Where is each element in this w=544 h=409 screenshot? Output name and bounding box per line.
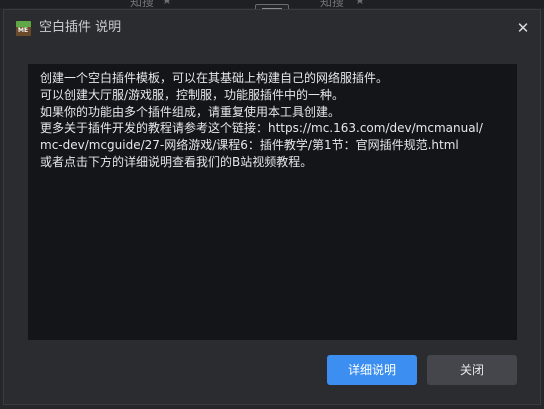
- description-line: 如果你的功能由多个插件组成，请重复使用本工具创建。: [40, 104, 341, 119]
- app-icon-label: ME: [18, 27, 29, 34]
- description-line: 可以创建大厅服/游戏服，控制服，功能服插件中的一种。: [40, 87, 345, 102]
- description-line: 或者点击下方的详细说明查看我们的B站视频教程。: [40, 154, 313, 169]
- description-text-area: 创建一个空白插件模板，可以在其基础上构建自己的网络服插件。 可以创建大厅服/游戏…: [28, 64, 517, 340]
- minecraft-grass-block-icon: ME: [16, 21, 31, 36]
- background-item-label: 知搜: [320, 0, 345, 8]
- background-item-label: 知搜: [130, 0, 155, 8]
- star-icon: ★: [355, 0, 365, 7]
- dialog-titlebar[interactable]: ME 空白插件 说明 ✕: [4, 10, 540, 46]
- close-icon[interactable]: ✕: [514, 19, 532, 37]
- plugin-info-dialog: ME 空白插件 说明 ✕ 创建一个空白插件模板，可以在其基础上构建自己的网络服插…: [3, 9, 541, 405]
- description-link-line: 更多关于插件开发的教程请参考这个链接：https://mc.163.com/de…: [40, 121, 483, 136]
- description-line: 创建一个空白插件模板，可以在其基础上构建自己的网络服插件。: [40, 71, 389, 85]
- close-button[interactable]: 关闭: [427, 355, 517, 385]
- description-link-line: mc-dev/mcguide/27-网络游戏/课程6：插件教学/第1节：官网插件…: [40, 138, 459, 153]
- details-button[interactable]: 详细说明: [327, 355, 417, 385]
- star-icon: ★: [162, 0, 172, 7]
- dialog-title: 空白插件 说明: [39, 20, 122, 35]
